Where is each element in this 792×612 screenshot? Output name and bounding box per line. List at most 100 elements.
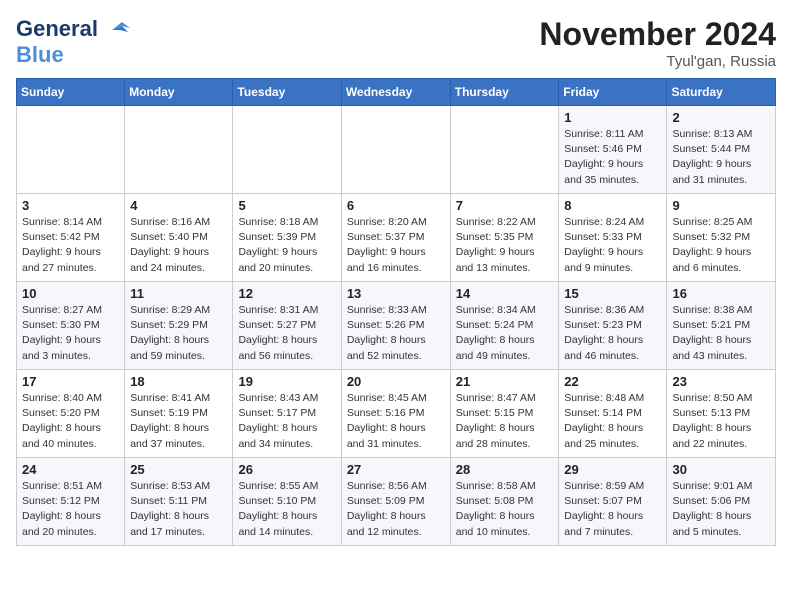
calendar-cell: 1 Sunrise: 8:11 AM Sunset: 5:46 PM Daylig… <box>559 106 667 194</box>
day-number: 6 <box>347 198 445 213</box>
logo-bird-icon <box>102 18 132 40</box>
day-info: Sunrise: 8:47 AM Sunset: 5:15 PM Dayligh… <box>456 392 536 450</box>
calendar-cell: 2Sunrise: 8:13 AM Sunset: 5:44 PM Daylig… <box>667 106 776 194</box>
day-info: Sunrise: 8:43 AM Sunset: 5:17 PM Dayligh… <box>238 392 318 450</box>
day-info: Sunrise: 8:29 AM Sunset: 5:29 PM Dayligh… <box>130 304 210 362</box>
calendar-cell: 11 Sunrise: 8:29 AM Sunset: 5:29 PM Dayli… <box>125 282 233 370</box>
calendar-cell: 15Sunrise: 8:36 AM Sunset: 5:23 PM Dayli… <box>559 282 667 370</box>
day-info: Sunrise: 8:20 AM Sunset: 5:37 PM Dayligh… <box>347 216 427 274</box>
calendar-cell: 6 Sunrise: 8:20 AM Sunset: 5:37 PM Daylig… <box>341 194 450 282</box>
calendar-cell: 7 Sunrise: 8:22 AM Sunset: 5:35 PM Daylig… <box>450 194 559 282</box>
day-info: Sunrise: 8:33 AM Sunset: 5:26 PM Dayligh… <box>347 304 427 362</box>
day-number: 2 <box>672 110 770 125</box>
calendar-row: 10 Sunrise: 8:27 AM Sunset: 5:30 PM Dayli… <box>17 282 776 370</box>
day-info: Sunrise: 8:27 AM Sunset: 5:30 PM Dayligh… <box>22 304 102 362</box>
day-number: 28 <box>456 462 554 477</box>
day-number: 21 <box>456 374 554 389</box>
calendar-body: 1 Sunrise: 8:11 AM Sunset: 5:46 PM Daylig… <box>17 106 776 546</box>
calendar-header-cell: Wednesday <box>341 79 450 106</box>
location: Tyul'gan, Russia <box>539 53 776 70</box>
calendar-cell: 9 Sunrise: 8:25 AM Sunset: 5:32 PM Daylig… <box>667 194 776 282</box>
day-number: 16 <box>672 286 770 301</box>
day-info: Sunrise: 8:50 AM Sunset: 5:13 PM Dayligh… <box>672 392 752 450</box>
logo-text: General <box>16 16 98 42</box>
calendar-cell: 27Sunrise: 8:56 AM Sunset: 5:09 PM Dayli… <box>341 458 450 546</box>
calendar-header-cell: Friday <box>559 79 667 106</box>
calendar-header-cell: Thursday <box>450 79 559 106</box>
calendar-cell: 25Sunrise: 8:53 AM Sunset: 5:11 PM Dayli… <box>125 458 233 546</box>
day-info: Sunrise: 8:58 AM Sunset: 5:08 PM Dayligh… <box>456 480 536 538</box>
day-info: Sunrise: 8:53 AM Sunset: 5:11 PM Dayligh… <box>130 480 210 538</box>
day-number: 4 <box>130 198 227 213</box>
calendar-cell: 5 Sunrise: 8:18 AM Sunset: 5:39 PM Daylig… <box>233 194 341 282</box>
day-info: Sunrise: 9:01 AM Sunset: 5:06 PM Dayligh… <box>672 480 752 538</box>
day-number: 12 <box>238 286 335 301</box>
day-info: Sunrise: 8:41 AM Sunset: 5:19 PM Dayligh… <box>130 392 210 450</box>
day-number: 22 <box>564 374 661 389</box>
calendar-cell: 16 Sunrise: 8:38 AM Sunset: 5:21 PM Dayli… <box>667 282 776 370</box>
day-number: 19 <box>238 374 335 389</box>
calendar-row: 3 Sunrise: 8:14 AM Sunset: 5:42 PM Daylig… <box>17 194 776 282</box>
calendar-cell: 4 Sunrise: 8:16 AM Sunset: 5:40 PM Daylig… <box>125 194 233 282</box>
day-info: Sunrise: 8:34 AM Sunset: 5:24 PM Dayligh… <box>456 304 536 362</box>
calendar-cell: 29Sunrise: 8:59 AM Sunset: 5:07 PM Dayli… <box>559 458 667 546</box>
day-info: Sunrise: 8:11 AM Sunset: 5:46 PM Dayligh… <box>564 128 643 186</box>
calendar-cell: 22 Sunrise: 8:48 AM Sunset: 5:14 PM Dayli… <box>559 370 667 458</box>
day-info: Sunrise: 8:14 AM Sunset: 5:42 PM Dayligh… <box>22 216 102 274</box>
day-number: 10 <box>22 286 119 301</box>
calendar-cell: 10 Sunrise: 8:27 AM Sunset: 5:30 PM Dayli… <box>17 282 125 370</box>
calendar-cell: 24 Sunrise: 8:51 AM Sunset: 5:12 PM Dayli… <box>17 458 125 546</box>
page-header: General Blue November 2024 Tyul'gan, Rus… <box>16 16 776 70</box>
calendar-cell <box>17 106 125 194</box>
day-number: 20 <box>347 374 445 389</box>
calendar-cell: 12 Sunrise: 8:31 AM Sunset: 5:27 PM Dayli… <box>233 282 341 370</box>
day-info: Sunrise: 8:56 AM Sunset: 5:09 PM Dayligh… <box>347 480 427 538</box>
day-number: 7 <box>456 198 554 213</box>
calendar-header-cell: Monday <box>125 79 233 106</box>
calendar-cell <box>233 106 341 194</box>
logo: General Blue <box>16 16 132 68</box>
calendar-cell: 8 Sunrise: 8:24 AM Sunset: 5:33 PM Daylig… <box>559 194 667 282</box>
calendar-header-cell: Sunday <box>17 79 125 106</box>
calendar-row: 24 Sunrise: 8:51 AM Sunset: 5:12 PM Dayli… <box>17 458 776 546</box>
day-info: Sunrise: 8:31 AM Sunset: 5:27 PM Dayligh… <box>238 304 318 362</box>
day-info: Sunrise: 8:22 AM Sunset: 5:35 PM Dayligh… <box>456 216 536 274</box>
day-info: Sunrise: 8:16 AM Sunset: 5:40 PM Dayligh… <box>130 216 210 274</box>
day-info: Sunrise: 8:25 AM Sunset: 5:32 PM Dayligh… <box>672 216 752 274</box>
day-info: Sunrise: 8:38 AM Sunset: 5:21 PM Dayligh… <box>672 304 752 362</box>
day-number: 5 <box>238 198 335 213</box>
day-number: 17 <box>22 374 119 389</box>
day-info: Sunrise: 8:18 AM Sunset: 5:39 PM Dayligh… <box>238 216 318 274</box>
calendar-cell: 3 Sunrise: 8:14 AM Sunset: 5:42 PM Daylig… <box>17 194 125 282</box>
day-number: 15 <box>564 286 661 301</box>
day-number: 18 <box>130 374 227 389</box>
logo-blue-text: Blue <box>16 42 64 67</box>
day-info: Sunrise: 8:48 AM Sunset: 5:14 PM Dayligh… <box>564 392 644 450</box>
month-title: November 2024 <box>539 16 776 53</box>
calendar-cell: 18 Sunrise: 8:41 AM Sunset: 5:19 PM Dayli… <box>125 370 233 458</box>
calendar-cell: 30Sunrise: 9:01 AM Sunset: 5:06 PM Dayli… <box>667 458 776 546</box>
calendar-cell: 21 Sunrise: 8:47 AM Sunset: 5:15 PM Dayli… <box>450 370 559 458</box>
day-number: 1 <box>564 110 661 125</box>
calendar-cell: 14Sunrise: 8:34 AM Sunset: 5:24 PM Dayli… <box>450 282 559 370</box>
day-number: 8 <box>564 198 661 213</box>
day-number: 9 <box>672 198 770 213</box>
calendar-cell <box>450 106 559 194</box>
calendar-cell <box>125 106 233 194</box>
day-number: 3 <box>22 198 119 213</box>
calendar-header-row: SundayMondayTuesdayWednesdayThursdayFrid… <box>17 79 776 106</box>
calendar-row: 17 Sunrise: 8:40 AM Sunset: 5:20 PM Dayli… <box>17 370 776 458</box>
day-info: Sunrise: 8:40 AM Sunset: 5:20 PM Dayligh… <box>22 392 102 450</box>
calendar-cell: 23 Sunrise: 8:50 AM Sunset: 5:13 PM Dayli… <box>667 370 776 458</box>
day-number: 23 <box>672 374 770 389</box>
calendar-cell: 20Sunrise: 8:45 AM Sunset: 5:16 PM Dayli… <box>341 370 450 458</box>
calendar-cell: 28 Sunrise: 8:58 AM Sunset: 5:08 PM Dayli… <box>450 458 559 546</box>
calendar-header-cell: Tuesday <box>233 79 341 106</box>
day-number: 24 <box>22 462 119 477</box>
day-number: 11 <box>130 286 227 301</box>
day-info: Sunrise: 8:24 AM Sunset: 5:33 PM Dayligh… <box>564 216 644 274</box>
calendar-cell: 26Sunrise: 8:55 AM Sunset: 5:10 PM Dayli… <box>233 458 341 546</box>
day-info: Sunrise: 8:51 AM Sunset: 5:12 PM Dayligh… <box>22 480 102 538</box>
title-area: November 2024 Tyul'gan, Russia <box>539 16 776 70</box>
day-info: Sunrise: 8:55 AM Sunset: 5:10 PM Dayligh… <box>238 480 318 538</box>
